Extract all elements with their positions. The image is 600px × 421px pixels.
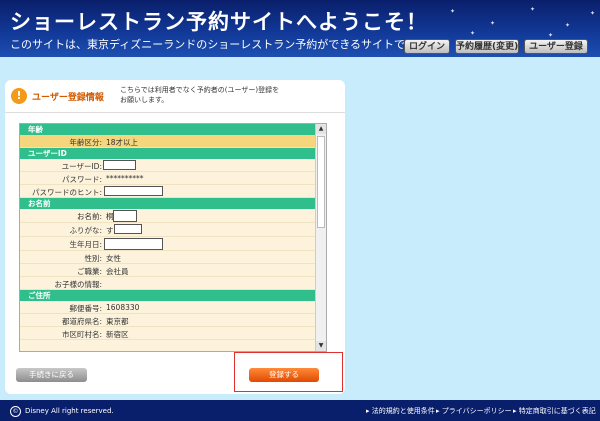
field-user-id: ユーザーID: (20, 159, 316, 172)
field-gender: 性別: 女性 (20, 251, 316, 264)
field-label: 都道府県名: (61, 317, 102, 326)
login-button[interactable]: ログイン (404, 39, 450, 54)
section-address: ご住所 (20, 290, 316, 301)
redacted-box (104, 186, 163, 196)
field-value: 18才以上 (106, 138, 139, 147)
field-name: お名前: 桐 (20, 209, 316, 223)
registration-details-scroll[interactable]: 年齢 年齢区分: 18才以上 ユーザーID ユーザーID: パスワード: ***… (19, 123, 327, 352)
site-footer: © Disney All right reserved. ▸ 法的規約と使用条件 … (0, 400, 600, 421)
field-label: ユーザーID: (61, 162, 102, 171)
site-title: ショーレストラン予約サイトへようこそ！ (10, 10, 428, 34)
back-to-procedure-button[interactable]: 手続きに戻る (16, 368, 87, 382)
site-header: ✦ ✦ ✦ ✦ ✦ ✦ ✦ ショーレストラン予約サイトへようこそ！ このサイトは… (0, 0, 600, 57)
card-header: ! ユーザー登録情報 こちらでは利用者でなく予約者の(ユーザー)登録を お願いし… (5, 80, 345, 113)
register-button[interactable]: 登録する (249, 368, 319, 382)
redacted-box (104, 238, 163, 250)
field-birthdate: 生年月日: (20, 237, 316, 251)
copyright-text: Disney All right reserved. (25, 407, 114, 415)
reservation-history-button[interactable]: 予約履歴(変更) (455, 39, 519, 54)
footer-link-commerce[interactable]: ▸ 特定商取引に基づく表記 (513, 406, 596, 416)
field-value: ********** (106, 174, 144, 183)
user-registration-button[interactable]: ユーザー登録 (524, 39, 588, 54)
field-label: 性別: (84, 254, 102, 263)
registration-card: ! ユーザー登録情報 こちらでは利用者でなく予約者の(ユーザー)登録を お願いし… (5, 80, 345, 394)
field-label: ご職業: (76, 267, 102, 276)
redacted-box (103, 160, 136, 170)
exclamation-icon: ! (11, 88, 27, 104)
card-title: ユーザー登録情報 (32, 93, 104, 103)
field-value: 会社員 (106, 267, 129, 276)
field-password-hint: パスワードのヒント: (20, 185, 316, 198)
copyright: © Disney All right reserved. (10, 406, 114, 417)
field-children: お子様の情報: (20, 277, 316, 290)
field-label: パスワード: (61, 175, 102, 184)
field-age-category: 年齢区分: 18才以上 (20, 135, 316, 148)
field-prefecture: 都道府県名: 東京都 (20, 314, 316, 327)
field-postal: 郵便番号: 1608330 (20, 301, 316, 314)
field-label: お名前: (76, 212, 102, 221)
field-label: パスワードのヒント: (31, 188, 102, 197)
field-value: 女性 (106, 254, 121, 263)
section-name: お名前 (20, 198, 316, 209)
field-label: ふりがな: (69, 226, 102, 235)
scroll-up-arrow-icon[interactable]: ▲ (316, 124, 326, 134)
field-value: 1608330 (106, 303, 140, 312)
footer-link-terms[interactable]: ▸ 法的規約と使用条件 (366, 406, 435, 416)
field-kana: ふりがな: す (20, 223, 316, 237)
site-subtitle: このサイトは、東京ディズニーランドのショーレストラン予約ができるサイトです。 (10, 38, 426, 51)
footer-link-label: 法的規約と使用条件 (371, 407, 435, 415)
field-value: 新宿区 (106, 330, 129, 339)
field-label: 年齢区分: (69, 138, 102, 147)
copyright-icon: © (10, 406, 21, 417)
redacted-box (114, 224, 142, 234)
field-city: 市区町村名: 新宿区 (20, 327, 316, 340)
scrollbar-thumb[interactable] (317, 136, 325, 228)
vertical-scrollbar[interactable]: ▲ ▼ (315, 124, 326, 351)
field-partial (20, 340, 316, 351)
card-note: こちらでは利用者でなく予約者の(ユーザー)登録を お願いします。 (120, 86, 280, 104)
footer-link-privacy[interactable]: ▸ プライバシーポリシー (436, 406, 512, 416)
field-password: パスワード: ********** (20, 172, 316, 185)
field-value: す (106, 226, 114, 235)
section-age: 年齢 (20, 124, 316, 135)
scroll-down-arrow-icon[interactable]: ▼ (316, 341, 326, 351)
field-value: 東京都 (106, 317, 129, 326)
footer-link-label: プライバシーポリシー (441, 407, 512, 415)
field-label: 生年月日: (69, 240, 102, 249)
section-user-id: ユーザーID (20, 148, 316, 159)
footer-link-label: 特定商取引に基づく表記 (518, 407, 596, 415)
field-label: お子様の情報: (54, 280, 102, 289)
field-label: 郵便番号: (69, 304, 102, 313)
redacted-box (113, 210, 137, 222)
field-label: 市区町村名: (61, 330, 102, 339)
field-occupation: ご職業: 会社員 (20, 264, 316, 277)
